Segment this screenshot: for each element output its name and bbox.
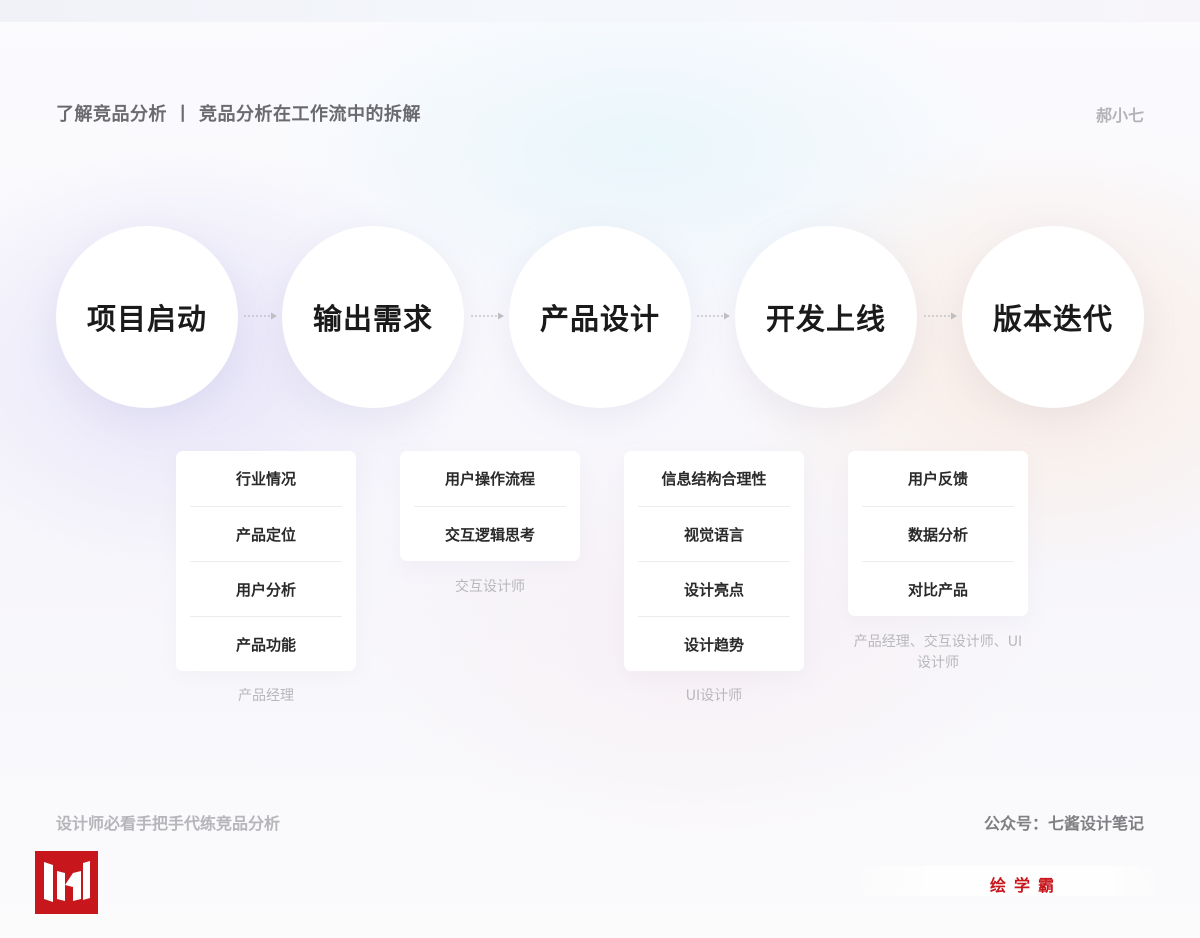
stage-circle-project-start: 项目启动 — [56, 226, 238, 408]
stage-label: 产品设计 — [539, 302, 660, 336]
analysis-card-interaction-designer: 用户操作流程 交互逻辑思考 — [400, 451, 580, 561]
analysis-card-product-manager: 行业情况 产品定位 用户分析 产品功能 — [176, 451, 356, 671]
card-item: 交互逻辑思考 — [414, 506, 566, 561]
dotted-arrow-icon — [924, 312, 957, 320]
stage-circle-output-requirements: 输出需求 — [282, 226, 464, 408]
brand-name: 绘学霸 — [990, 876, 1063, 895]
footer-tagline: 设计师必看手把手代练竞品分析 — [56, 814, 281, 833]
iw-logo-icon — [35, 851, 98, 914]
stage-label: 项目启动 — [86, 302, 207, 336]
dotted-arrow-icon — [697, 312, 730, 320]
card-item: 对比产品 — [862, 561, 1014, 616]
card-item: 用户反馈 — [907, 470, 968, 488]
analysis-card-all-roles: 用户反馈 数据分析 对比产品 — [848, 451, 1028, 616]
stage-label: 输出需求 — [312, 302, 433, 336]
card-item: 设计亮点 — [638, 561, 790, 616]
card-role-label: 产品经理 — [238, 688, 294, 704]
stage-circle-version-iteration: 版本迭代 — [962, 226, 1144, 408]
card-role-label: UI设计师 — [685, 688, 743, 704]
card-role-label: 交互设计师 — [455, 579, 525, 595]
card-item: 用户操作流程 — [444, 470, 535, 488]
author-name: 郝小七 — [1095, 106, 1144, 125]
card-item: 设计趋势 — [638, 616, 790, 671]
card-item: 视觉语言 — [638, 506, 790, 561]
page-title: 了解竞品分析 丨 竞品分析在工作流中的拆解 — [56, 104, 422, 125]
card-item: 用户分析 — [190, 561, 342, 616]
stage-label: 版本迭代 — [992, 302, 1113, 336]
card-item: 产品功能 — [190, 616, 342, 671]
stage-label: 开发上线 — [765, 302, 886, 336]
dotted-arrow-icon — [244, 312, 277, 320]
footer-account: 公众号：七酱设计笔记 — [983, 814, 1144, 833]
card-item: 数据分析 — [862, 506, 1014, 561]
analysis-card-ui-designer: 信息结构合理性 视觉语言 设计亮点 设计趋势 — [624, 451, 804, 671]
card-role-label: 产品经理、交互设计师、UI设计师 — [853, 634, 1023, 671]
stage-circle-product-design: 产品设计 — [509, 226, 691, 408]
card-item: 产品定位 — [190, 506, 342, 561]
top-bar — [0, 0, 1200, 22]
stage-circle-development-launch: 开发上线 — [735, 226, 917, 408]
dotted-arrow-icon — [471, 312, 504, 320]
card-item: 信息结构合理性 — [661, 470, 767, 488]
card-item: 行业情况 — [235, 470, 296, 488]
